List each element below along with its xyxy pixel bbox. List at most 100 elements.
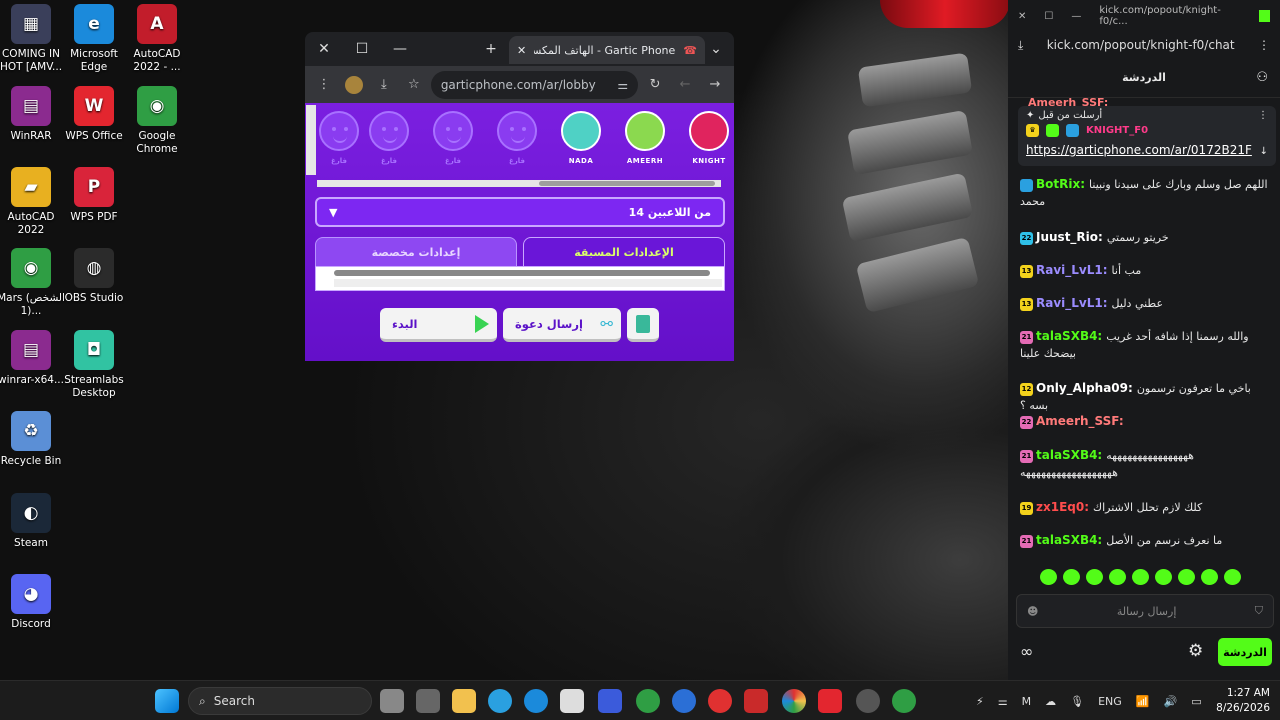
desktop-icon[interactable]: ◕ Discord	[0, 574, 67, 631]
send-button[interactable]: الدردشة	[1218, 638, 1272, 666]
player-slot[interactable]: NADA	[557, 111, 605, 165]
minimize-icon[interactable]: —	[1071, 11, 1081, 22]
desktop-icon[interactable]: ▤ winrar-x64...	[0, 330, 67, 387]
tab-preset-settings[interactable]: الإعدادات المسبقة	[523, 237, 725, 267]
desktop-icon[interactable]: ▦ COMING IN HOT [AMV...	[0, 4, 67, 74]
maximize-button[interactable]: ☐	[343, 32, 381, 66]
tray-settings-icon[interactable]: ⚌	[998, 695, 1008, 708]
profile-avatar[interactable]	[341, 71, 367, 99]
desktop-icon[interactable]: ◘ Streamlabs Desktop	[58, 330, 130, 400]
chat-username[interactable]: Juust_Rio:	[1036, 230, 1103, 244]
site-settings-icon[interactable]: ⚌	[617, 78, 628, 92]
invite-button[interactable]: إرسال دعوة ⚯	[503, 308, 621, 342]
player-count-bar[interactable]: ▼ 14 من اللاعبين	[315, 197, 725, 227]
exit-button[interactable]	[627, 308, 659, 342]
desktop-icon[interactable]: ◍ OBS Studio	[58, 248, 130, 305]
desktop-icon[interactable]: ◉ Mars (الشخص 1)...	[0, 248, 67, 318]
pin-icon[interactable]: ✦	[1026, 110, 1034, 121]
new-tab-button[interactable]: +	[472, 32, 510, 66]
infinity-icon[interactable]: ∞	[1020, 642, 1033, 661]
chat-input[interactable]: ☻ إرسال رسالة ⛉	[1016, 594, 1274, 628]
emote-icon[interactable]	[1178, 569, 1195, 585]
maximize-icon[interactable]: ☐	[1044, 11, 1053, 22]
onedrive-icon[interactable]: ☁	[1045, 695, 1056, 708]
tray-app-icon[interactable]: ⚡	[976, 695, 984, 708]
close-window-button[interactable]: ✕	[305, 32, 343, 66]
minimize-button[interactable]: —	[381, 32, 419, 66]
player-slot[interactable]: فارغ	[429, 111, 477, 165]
desktop-icon[interactable]: P WPS PDF	[58, 167, 130, 224]
edge-icon[interactable]	[524, 689, 548, 713]
tray-m-icon[interactable]: M	[1022, 695, 1032, 708]
volume-icon[interactable]: 🔊	[1163, 695, 1177, 708]
download-icon[interactable]: ⤓	[371, 71, 397, 99]
bookmark-star-icon[interactable]: ☆	[401, 71, 427, 99]
desktop-icon[interactable]: ▤ WinRAR	[0, 86, 67, 143]
file-explorer-icon[interactable]	[452, 689, 476, 713]
chat-app-icon[interactable]	[672, 689, 696, 713]
chrome-active-icon[interactable]	[892, 689, 916, 713]
emote-icon[interactable]	[1086, 569, 1103, 585]
players-scrollbar[interactable]	[317, 180, 721, 187]
desktop-icon[interactable]: ◐ Steam	[0, 493, 67, 550]
player-slot[interactable]: فارغ	[365, 111, 413, 165]
store-icon[interactable]	[560, 689, 584, 713]
chat-username[interactable]: BotRix:	[1036, 177, 1085, 191]
player-slot[interactable]: AMEERH	[621, 111, 669, 165]
task-view-icon[interactable]	[380, 689, 404, 713]
mic-icon[interactable]: 🎙	[1070, 695, 1084, 708]
browser-tab[interactable]: ✕ Gartic Phone - الهاتف المكسور ☎	[509, 36, 705, 64]
forward-icon[interactable]: →	[702, 71, 728, 99]
chat-username[interactable]: Ravi_LvL1:	[1036, 263, 1108, 277]
player-slot[interactable]: فارغ	[317, 111, 363, 165]
chat-username[interactable]: Ravi_LvL1:	[1036, 296, 1108, 310]
emote-icon[interactable]	[1040, 569, 1057, 585]
pdf-icon[interactable]	[708, 689, 732, 713]
emoji-icon[interactable]: ☻	[1027, 605, 1038, 618]
emote-icon[interactable]	[1063, 569, 1080, 585]
address-bar[interactable]: garticphone.com/ar/lobby ⚌	[430, 70, 639, 99]
desktop-icon[interactable]: ◉ Google Chrome	[121, 86, 193, 156]
desktop-icon[interactable]: ♻ Recycle Bin	[0, 411, 67, 468]
close-icon[interactable]: ✕	[1018, 11, 1026, 22]
obs-icon[interactable]	[856, 689, 880, 713]
app-icon[interactable]	[744, 689, 768, 713]
emote-icon[interactable]	[1109, 569, 1126, 585]
clock[interactable]: 1:27 AM 8/26/2026	[1214, 686, 1270, 716]
pinned-link[interactable]: https://garticphone.com/ar/0172B21F	[1026, 143, 1268, 157]
shield-icon[interactable]: ⛉	[1255, 604, 1263, 618]
menu-icon[interactable]: ⋮	[311, 71, 337, 99]
start-button[interactable]	[155, 689, 179, 713]
menu-icon[interactable]: ⋮	[1258, 38, 1270, 52]
mail-icon[interactable]	[598, 689, 622, 713]
player-slot[interactable]: KNIGHT	[685, 111, 733, 165]
chat-username[interactable]: talaSXB4:	[1036, 329, 1102, 343]
chat-username[interactable]: Only_Alpha09:	[1036, 381, 1133, 395]
back-icon[interactable]: ←	[672, 71, 698, 99]
settings-panel[interactable]	[315, 266, 725, 291]
users-icon[interactable]: ⚇	[1256, 70, 1268, 85]
wps-icon[interactable]	[818, 689, 842, 713]
pinned-user[interactable]: KNIGHT_F0	[1086, 125, 1148, 136]
taskbar-search[interactable]: ⌕ Search	[188, 687, 372, 715]
telegram-icon[interactable]	[488, 689, 512, 713]
desktop-icon[interactable]: A AutoCAD 2022 - ...	[121, 4, 193, 74]
emote-icon[interactable]	[1155, 569, 1172, 585]
widgets-icon[interactable]	[416, 689, 440, 713]
tab-custom-settings[interactable]: إعدادات مخصصة	[315, 237, 517, 267]
wifi-icon[interactable]: 📶	[1136, 695, 1150, 708]
gear-icon[interactable]: ⚙	[1188, 641, 1203, 661]
expand-icon[interactable]: ↓	[1260, 146, 1268, 157]
emote-icon[interactable]	[1224, 569, 1241, 585]
tab-search-button[interactable]: ⌄	[701, 32, 731, 66]
chat-username[interactable]: talaSXB4:	[1036, 533, 1102, 547]
battery-icon[interactable]: ▭	[1191, 695, 1201, 708]
chat-username[interactable]: talaSXB4:	[1036, 448, 1102, 462]
vertical-scrollbar[interactable]	[306, 105, 316, 175]
desktop-icon[interactable]: ▰ AutoCAD 2022	[0, 167, 67, 237]
chrome-icon[interactable]	[636, 689, 660, 713]
language-indicator[interactable]: ENG	[1098, 695, 1122, 708]
download-icon[interactable]: ⤓	[1018, 38, 1023, 53]
emote-icon[interactable]	[1132, 569, 1149, 585]
emote-icon[interactable]	[1201, 569, 1218, 585]
